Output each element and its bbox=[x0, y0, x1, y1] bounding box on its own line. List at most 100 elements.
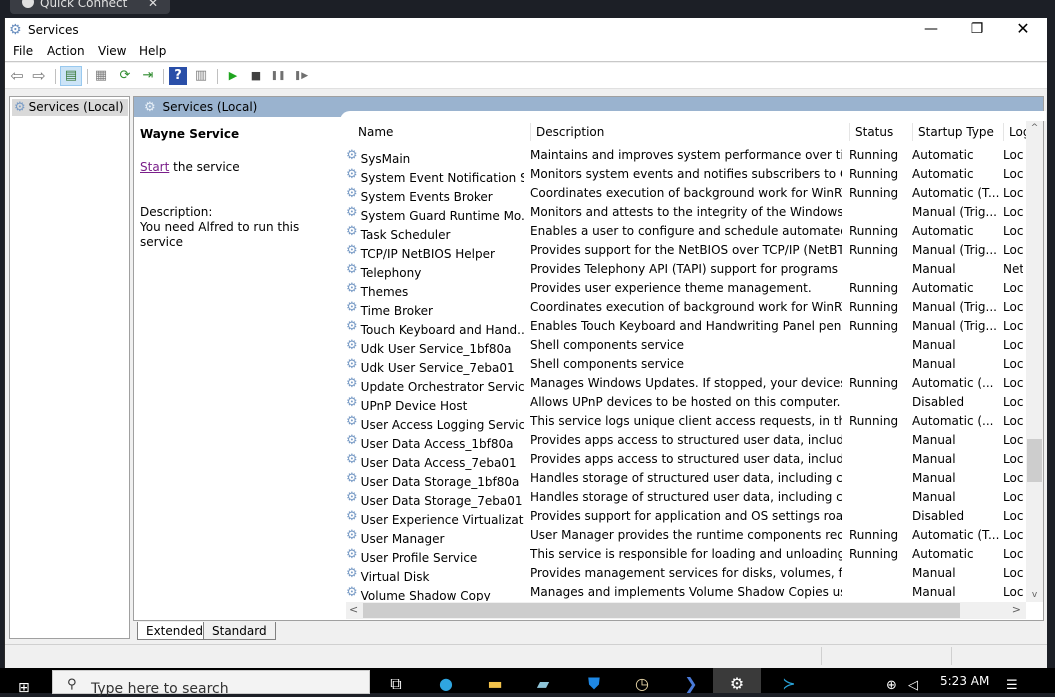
scroll-left-icon[interactable]: < bbox=[349, 603, 358, 616]
restore-button[interactable]: ❐ bbox=[954, 18, 1000, 40]
action-pane-icon[interactable]: ▥ bbox=[192, 67, 210, 85]
service-startup-type-cell: Disabled bbox=[912, 395, 965, 409]
restart-icon[interactable]: ❚▶ bbox=[292, 67, 310, 85]
status-divider bbox=[951, 647, 952, 665]
table-row[interactable]: ⚙ System Event Notification S... Monitors … bbox=[346, 165, 1026, 185]
volume-muted-icon[interactable]: ◁ bbox=[908, 678, 918, 693]
table-row[interactable]: ⚙ Udk User Service_1bf80a Shell components… bbox=[346, 336, 1026, 356]
column-header-name[interactable]: Name bbox=[358, 125, 393, 139]
table-row[interactable]: ⚙ System Events Broker Coordinates executi… bbox=[346, 184, 1026, 204]
menu-action[interactable]: Action bbox=[47, 44, 85, 58]
table-row[interactable]: ⚙ User Access Logging Service This service… bbox=[346, 412, 1026, 432]
minimize-button[interactable]: — bbox=[908, 18, 954, 40]
vertical-scrollbar[interactable]: ^ v bbox=[1026, 121, 1043, 602]
file-explorer-icon[interactable]: ▬ bbox=[481, 674, 509, 694]
service-name-cell: ⚙ User Data Storage_1bf80a bbox=[346, 471, 524, 489]
table-row[interactable]: ⚙ Touch Keyboard and Hand... Enables Touch… bbox=[346, 317, 1026, 337]
close-icon[interactable]: ✕ bbox=[148, 0, 158, 10]
close-button[interactable]: ✕ bbox=[1000, 18, 1046, 40]
menu-view[interactable]: View bbox=[98, 44, 126, 58]
edge-icon[interactable]: ● bbox=[432, 674, 460, 694]
table-row[interactable]: ⚙ User Profile Service This service is res… bbox=[346, 545, 1026, 565]
table-row[interactable]: ⚙ User Data Storage_7eba01 Handles storage… bbox=[346, 488, 1026, 508]
properties-icon[interactable]: ▦ bbox=[92, 67, 110, 85]
table-row[interactable]: ⚙ User Experience Virtualizati... Provides… bbox=[346, 507, 1026, 527]
windows-start-icon[interactable]: ⊞ bbox=[18, 680, 30, 696]
defender-shield-icon[interactable]: ⛊ bbox=[580, 674, 608, 694]
help-icon[interactable]: ? bbox=[169, 67, 187, 85]
service-gear-icon: ⚙ bbox=[346, 357, 358, 372]
forward-icon[interactable]: ⇨ bbox=[30, 67, 48, 85]
window-title: Services bbox=[28, 23, 79, 37]
service-status-cell: Running bbox=[849, 528, 899, 542]
table-row[interactable]: ⚙ UPnP Device Host Allows UPnP devices to … bbox=[346, 393, 1026, 413]
column-header-startup-type[interactable]: Startup Type bbox=[918, 125, 994, 139]
export-icon[interactable]: ⇥ bbox=[139, 67, 157, 85]
table-row[interactable]: ⚙ User Data Storage_1bf80a Handles storage… bbox=[346, 469, 1026, 489]
service-gear-icon: ⚙ bbox=[346, 262, 358, 277]
service-name-cell: ⚙ User Data Storage_7eba01 bbox=[346, 490, 524, 508]
services-taskbar-icon[interactable]: ⚙ bbox=[713, 668, 761, 693]
menu-help[interactable]: Help bbox=[139, 44, 166, 58]
column-divider[interactable] bbox=[912, 123, 913, 141]
start-service-link[interactable]: Start bbox=[140, 160, 169, 174]
pause-icon[interactable]: ❚❚ bbox=[269, 67, 287, 85]
play-icon[interactable]: ▶ bbox=[224, 67, 242, 85]
column-divider[interactable] bbox=[1003, 123, 1004, 141]
console-tree-icon[interactable]: ▤ bbox=[60, 66, 82, 86]
service-log-on-as-cell: Loc bbox=[1003, 300, 1023, 314]
horizontal-scroll-thumb[interactable] bbox=[363, 603, 960, 618]
table-row[interactable]: ⚙ Time Broker Coordinates execution of bac… bbox=[346, 298, 1026, 318]
table-row[interactable]: ⚙ User Data Access_7eba01 Provides apps ac… bbox=[346, 450, 1026, 470]
table-row[interactable]: ⚙ Task Scheduler Enables a user to configu… bbox=[346, 222, 1026, 242]
service-name: User Data Storage_1bf80a bbox=[360, 475, 520, 489]
powershell-icon[interactable]: ❯ bbox=[677, 674, 705, 694]
toolbar: ⇦ ⇨ ▤ ▦ ⟳ ⇥ ? ▥ ▶ ■ ❚❚ ❚▶ bbox=[5, 63, 1047, 89]
stop-icon[interactable]: ■ bbox=[247, 67, 265, 85]
tab-standard[interactable]: Standard bbox=[203, 622, 276, 640]
table-row[interactable]: ⚙ Update Orchestrator Service Manages Wind… bbox=[346, 374, 1026, 394]
service-description-cell: Manages and implements Volume Shadow Cop… bbox=[530, 585, 842, 599]
table-row[interactable]: ⚙ User Manager User Manager provides the r… bbox=[346, 526, 1026, 546]
table-row[interactable]: ⚙ User Data Access_1bf80a Provides apps ac… bbox=[346, 431, 1026, 451]
table-row[interactable]: ⚙ Themes Provides user experience theme ma… bbox=[346, 279, 1026, 299]
horizontal-scrollbar[interactable]: < > bbox=[346, 602, 1026, 619]
taskbar-search[interactable]: ⚲ Type here to search bbox=[52, 670, 370, 697]
task-view-icon[interactable]: ⧉ bbox=[382, 674, 410, 694]
notifications-icon[interactable]: ☰ bbox=[1006, 678, 1018, 693]
service-startup-type-cell: Automatic bbox=[912, 167, 974, 181]
service-startup-type-cell: Disabled bbox=[912, 509, 965, 523]
tab-extended[interactable]: Extended bbox=[137, 622, 212, 640]
column-divider[interactable] bbox=[849, 123, 850, 141]
search-icon: ⚲ bbox=[67, 677, 77, 692]
refresh-icon[interactable]: ⟳ bbox=[116, 67, 134, 85]
table-row[interactable]: ⚙ TCP/IP NetBIOS Helper Provides support f… bbox=[346, 241, 1026, 261]
back-icon[interactable]: ⇦ bbox=[8, 67, 26, 85]
table-row[interactable]: ⚙ Telephony Provides Telephony API (TAPI) … bbox=[346, 260, 1026, 280]
scroll-down-icon[interactable]: v bbox=[1026, 590, 1043, 600]
service-status-cell: Running bbox=[849, 547, 899, 561]
scroll-up-icon[interactable]: ^ bbox=[1026, 123, 1043, 133]
menu-file[interactable]: File bbox=[13, 44, 33, 58]
vertical-scroll-thumb[interactable] bbox=[1027, 439, 1042, 482]
services-gear-icon: ⚙ bbox=[14, 100, 26, 115]
taskbar-clock[interactable]: 5:23 AM bbox=[940, 674, 989, 688]
tree-item-services-local[interactable]: ⚙ Services (Local) bbox=[12, 99, 128, 116]
network-icon[interactable]: ⊕ bbox=[886, 678, 897, 693]
toolbar-separator bbox=[163, 69, 164, 84]
table-row[interactable]: ⚙ Udk User Service_7eba01 Shell components… bbox=[346, 355, 1026, 375]
terminal-icon[interactable]: ≻ bbox=[775, 674, 803, 694]
table-row[interactable]: ⚙ SysMain Maintains and improves system pe… bbox=[346, 146, 1026, 166]
column-divider[interactable] bbox=[530, 123, 531, 141]
table-row[interactable]: ⚙ System Guard Runtime Mo... Monitors and … bbox=[346, 203, 1026, 223]
clock-app-icon[interactable]: ◷ bbox=[628, 674, 656, 694]
table-row[interactable]: ⚙ Virtual Disk Provides management service… bbox=[346, 564, 1026, 584]
service-detail-panel: Wayne Service Start the service Descript… bbox=[140, 127, 335, 250]
console-tree: ⚙ Services (Local) bbox=[9, 96, 130, 639]
column-header-description[interactable]: Description bbox=[536, 125, 604, 139]
column-header-status[interactable]: Status bbox=[855, 125, 893, 139]
quick-connect-tab[interactable]: Quick Connect ✕ bbox=[10, 0, 170, 14]
scroll-right-icon[interactable]: > bbox=[1012, 603, 1021, 616]
notepad-icon[interactable]: ▰ bbox=[529, 674, 557, 694]
table-row[interactable]: ⚙ Volume Shadow Copy Manages and implement… bbox=[346, 583, 1026, 601]
